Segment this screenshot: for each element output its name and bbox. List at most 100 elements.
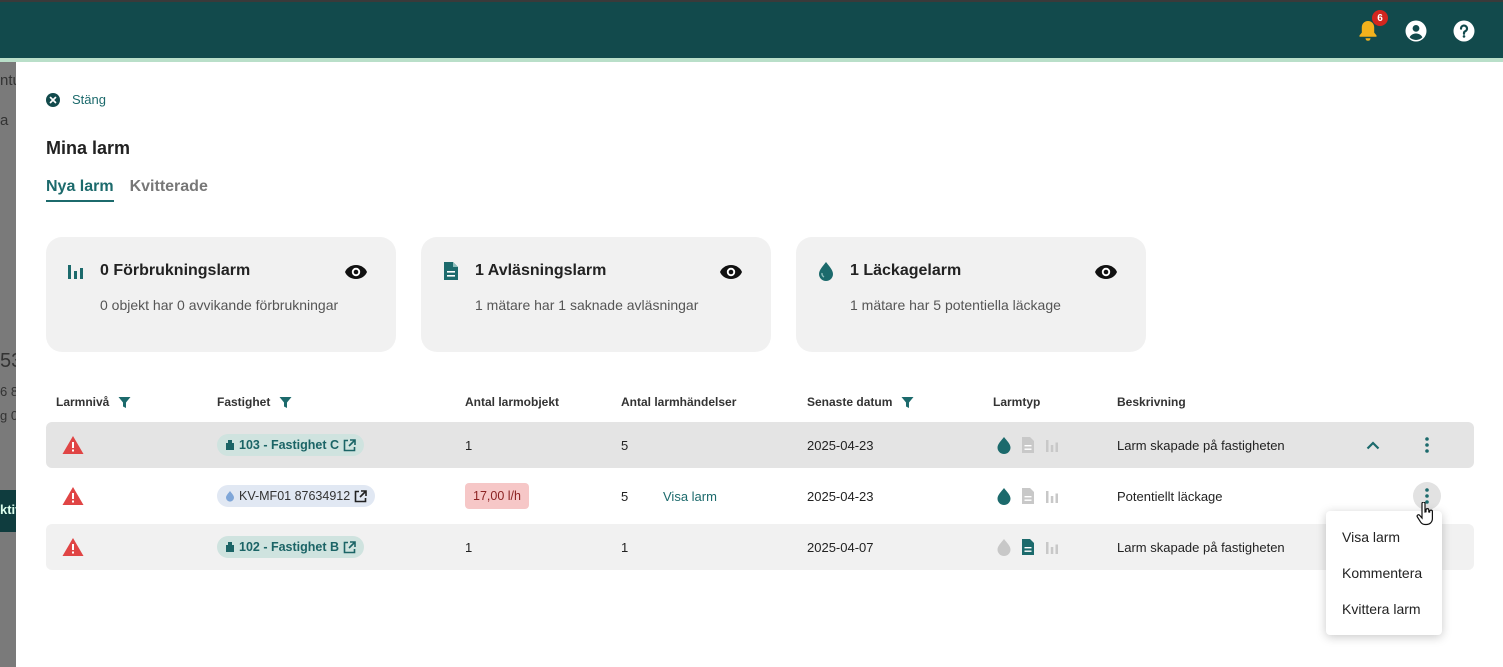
- description: Larm skapade på fastigheten: [1117, 539, 1285, 555]
- notification-badge: 6: [1372, 10, 1388, 26]
- card-subtitle: 1 mätare har 1 saknade avläsningar: [475, 297, 699, 313]
- reading-alarm-card: 1 Avläsningslarm 1 mätare har 1 saknade …: [421, 237, 771, 352]
- filter-icon[interactable]: [278, 395, 292, 409]
- background-text: g 0: [0, 408, 16, 423]
- card-title: 0 Förbrukningslarm: [100, 262, 251, 279]
- property-name: 102 - Fastighet B: [239, 540, 340, 554]
- background-text: 6 8: [0, 384, 16, 399]
- description: Larm skapade på fastigheten: [1117, 437, 1285, 453]
- building-icon: [226, 440, 234, 450]
- alarm-type-cell: [995, 524, 1061, 570]
- alarm-panel: Stäng Mina larm Nya larm Kvitterade 0 Fö…: [16, 62, 1503, 667]
- external-link-icon: [343, 438, 356, 451]
- latest-date: 2025-04-07: [807, 539, 874, 555]
- close-button[interactable]: Stäng: [46, 92, 106, 107]
- events-count: 5: [621, 488, 629, 504]
- property-chip[interactable]: 102 - Fastighet B: [217, 536, 365, 558]
- column-header-description: Beskrivning: [1117, 395, 1186, 409]
- water-drop-icon: [226, 491, 234, 502]
- alarm-type-cell: [995, 422, 1061, 468]
- menu-item-comment[interactable]: Kommentera: [1326, 555, 1442, 591]
- level-cell: [62, 473, 84, 519]
- header-label: Senaste datum: [807, 395, 893, 409]
- filter-icon[interactable]: [900, 395, 914, 409]
- bar-chart-icon: [1043, 538, 1061, 556]
- view-alarm-link[interactable]: Visa larm: [663, 473, 717, 519]
- water-drop-icon: [995, 538, 1013, 556]
- background-button: ktiv: [0, 490, 16, 532]
- property-cell: 102 - Fastighet B: [217, 524, 365, 570]
- warning-icon: [62, 538, 84, 556]
- latest-date: 2025-04-23: [807, 437, 874, 453]
- card-title: 1 Läckagelarm: [850, 262, 962, 279]
- building-icon: [226, 542, 234, 552]
- objects-count: 1: [465, 539, 473, 555]
- consumption-alarm-card: 0 Förbrukningslarm 0 objekt har 0 avvika…: [46, 237, 396, 352]
- document-icon: [441, 261, 461, 281]
- water-drop-icon: [995, 487, 1013, 505]
- chevron-up-icon: [1366, 440, 1380, 449]
- document-icon: [1019, 436, 1037, 454]
- level-cell: [62, 524, 84, 570]
- document-icon: [1019, 538, 1037, 556]
- close-circle-icon: [46, 92, 60, 107]
- bar-chart-icon: [1043, 487, 1061, 505]
- row-menu[interactable]: [1413, 422, 1441, 468]
- page-title: Mina larm: [46, 138, 131, 158]
- table-row[interactable]: 102 - Fastighet B 1 1 2025-04-07 Larm sk…: [46, 524, 1474, 570]
- meter-cell: KV-MF01 87634912: [217, 473, 376, 519]
- more-vertical-icon[interactable]: [1413, 431, 1441, 459]
- warning-icon: [62, 436, 84, 454]
- header-label: Fastighet: [217, 395, 271, 409]
- close-label: Stäng: [72, 92, 106, 107]
- document-icon: [1019, 487, 1037, 505]
- flow-cell: 17,00 l/h: [465, 473, 529, 519]
- warning-icon: [62, 487, 84, 505]
- water-drop-icon: [995, 436, 1013, 454]
- column-header-events: Antal larmhändelser: [621, 395, 737, 409]
- alarm-type-cell: [995, 473, 1061, 519]
- meter-chip[interactable]: KV-MF01 87634912: [217, 485, 376, 507]
- eye-icon[interactable]: [1094, 260, 1118, 284]
- level-cell: [62, 422, 84, 468]
- bar-chart-icon: [66, 261, 86, 281]
- background-text: 53: [0, 350, 16, 372]
- row-context-menu: Visa larm Kommentera Kvittera larm: [1326, 511, 1442, 635]
- card-subtitle: 0 objekt har 0 avvikande förbrukningar: [100, 297, 339, 313]
- account-icon[interactable]: [1404, 19, 1428, 43]
- events-count: 5: [621, 437, 629, 453]
- header-label: Larmnivå: [56, 395, 110, 409]
- leak-alarm-card: 1 Läckagelarm 1 mätare har 5 potentiella…: [796, 237, 1146, 352]
- property-chip[interactable]: 103 - Fastighet C: [217, 434, 365, 456]
- table-row[interactable]: 103 - Fastighet C 1 5 2025-04-23 Larm sk…: [46, 422, 1474, 468]
- top-bar: [0, 0, 1503, 58]
- summary-cards: 0 Förbrukningslarm 0 objekt har 0 avvika…: [46, 237, 1146, 352]
- tab-new-alarms[interactable]: Nya larm: [46, 178, 114, 202]
- tab-bar: Nya larm Kvitterade: [46, 178, 208, 202]
- filter-icon[interactable]: [117, 395, 131, 409]
- column-header-latest-date: Senaste datum: [807, 395, 914, 409]
- card-title: 1 Avläsningslarm: [475, 262, 607, 279]
- column-header-type: Larmtyp: [993, 395, 1041, 409]
- events-count: 1: [621, 539, 629, 555]
- description: Potentiellt läckage: [1117, 488, 1223, 504]
- background-page: ntu a 53 6 8 g 0 ktiv: [0, 62, 16, 667]
- column-header-objects: Antal larmobjekt: [465, 395, 560, 409]
- water-drop-icon: [816, 261, 836, 281]
- background-text: ntu: [0, 72, 16, 89]
- property-name: 103 - Fastighet C: [239, 438, 340, 452]
- column-header-level: Larmnivå: [56, 395, 131, 409]
- eye-icon[interactable]: [344, 260, 368, 284]
- tab-acknowledged[interactable]: Kvitterade: [130, 178, 208, 202]
- view-alarm-link-label[interactable]: Visa larm: [663, 489, 717, 504]
- eye-icon[interactable]: [719, 260, 743, 284]
- external-link-icon: [343, 540, 356, 553]
- collapse-toggle[interactable]: [1366, 422, 1380, 468]
- card-subtitle: 1 mätare har 5 potentiella läckage: [850, 297, 1061, 313]
- latest-date: 2025-04-23: [807, 488, 874, 504]
- menu-item-acknowledge[interactable]: Kvittera larm: [1326, 591, 1442, 627]
- table-row[interactable]: KV-MF01 87634912 17,00 l/h 5 Visa larm 2…: [46, 473, 1474, 519]
- objects-count: 1: [465, 437, 473, 453]
- flow-rate-badge: 17,00 l/h: [465, 483, 529, 509]
- help-icon[interactable]: [1452, 19, 1476, 43]
